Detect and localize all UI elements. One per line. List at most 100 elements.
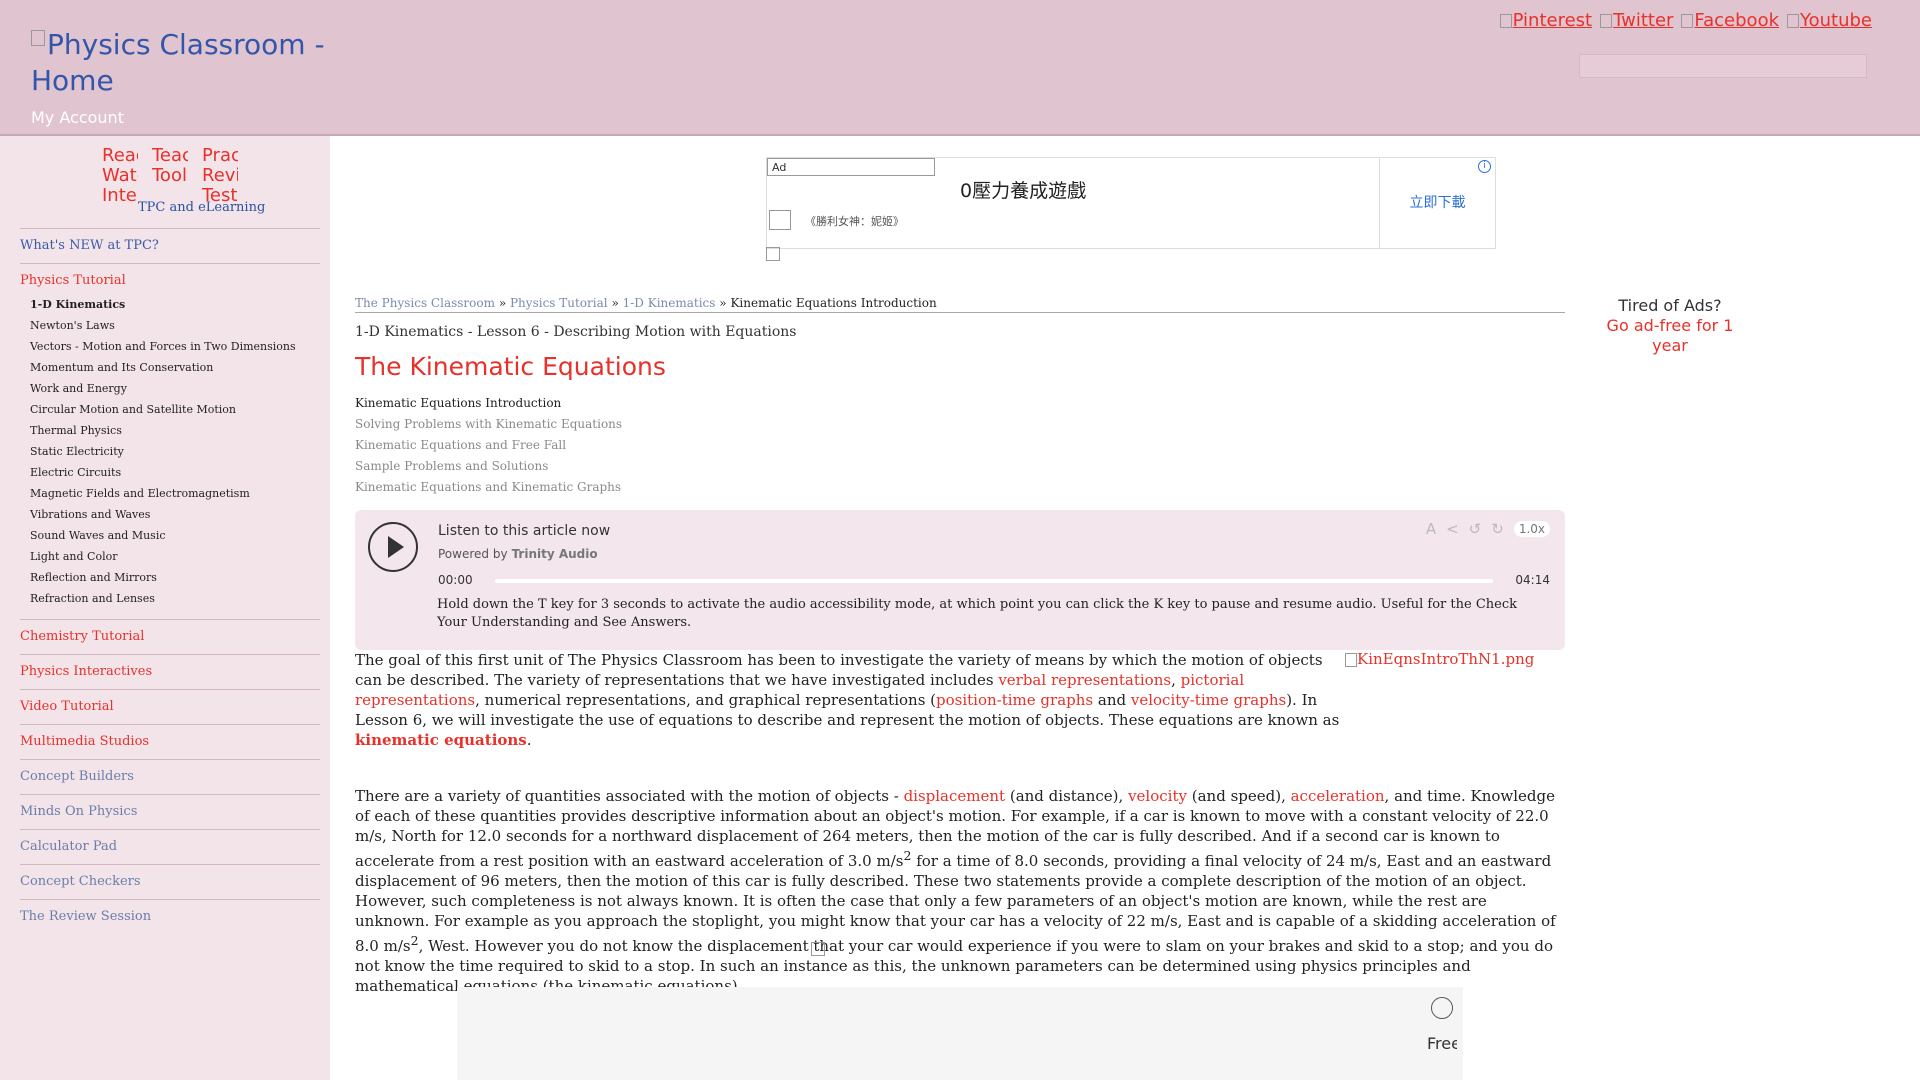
tutorial-item[interactable]: Sound Waves and Music — [30, 525, 320, 546]
sidebar-section: Chemistry Tutorial — [20, 619, 320, 654]
breadcrumb-current: Kinematic Equations Introduction — [730, 296, 937, 310]
sidebar-item-chemistry-tutorial[interactable]: Chemistry Tutorial — [20, 629, 144, 644]
physics-tutorial-submenu: 1-D Kinematics Newton's Laws Vectors - M… — [20, 294, 320, 609]
sidebar-item-physics-interactives[interactable]: Physics Interactives — [20, 664, 152, 679]
tpc-elearning-link[interactable]: TPC and eLearning — [138, 200, 265, 215]
article-image: KinEqnsIntroThN1.png — [1345, 650, 1534, 668]
tutorial-item[interactable]: Magnetic Fields and Electromagnetism — [30, 483, 320, 504]
tutorial-item[interactable]: Momentum and Its Conservation — [30, 357, 320, 378]
tutorial-item[interactable]: Light and Color — [30, 546, 320, 567]
tutorial-item[interactable]: Vectors - Motion and Forces in Two Dimen… — [30, 336, 320, 357]
displacement-link[interactable]: displacement — [904, 787, 1006, 805]
audio-brand[interactable]: Trinity Audio — [512, 547, 598, 561]
read-watch-interact-link[interactable]: Reac Watc Inter — [102, 146, 138, 206]
youtube-link[interactable]: Youtube — [1787, 10, 1872, 31]
ad-info-icon[interactable]: i — [1478, 160, 1491, 173]
tutorial-item[interactable]: Refraction and Lenses — [30, 588, 320, 609]
sidebar-item-concept-builders[interactable]: Concept Builders — [20, 769, 134, 784]
share-icon[interactable]: < — [1446, 520, 1459, 538]
tutorial-item[interactable]: Thermal Physics — [30, 420, 320, 441]
ad-free-link[interactable]: Go ad-free for 1 year — [1607, 316, 1734, 355]
sidebar-section: What's NEW at TPC? — [20, 228, 320, 263]
text: (and distance), — [1005, 787, 1129, 805]
verbal-representations-link[interactable]: verbal representations — [998, 671, 1171, 689]
site-logo-alt: Physics Classroom - Home — [31, 28, 325, 97]
tutorial-item[interactable]: Newton's Laws — [30, 315, 320, 336]
velocity-link[interactable]: velocity — [1128, 787, 1187, 805]
lesson-list-item[interactable]: Kinematic Equations and Kinematic Graphs — [355, 477, 1565, 498]
tutorial-item[interactable]: Work and Energy — [30, 378, 320, 399]
breadcrumb-separator: » — [498, 296, 507, 310]
broken-image-icon — [1787, 14, 1799, 28]
site-logo-link[interactable]: Physics Classroom - Home — [31, 27, 331, 99]
ad-title[interactable]: 0壓力養成遊戲 — [960, 176, 1086, 203]
lesson-list-item[interactable]: Solving Problems with Kinematic Equation… — [355, 414, 1565, 435]
position-time-graphs-link[interactable]: position-time graphs — [936, 691, 1093, 709]
lesson-list-item[interactable]: Kinematic Equations and Free Fall — [355, 435, 1565, 456]
breadcrumb-link[interactable]: Physics Tutorial — [510, 296, 608, 310]
pinterest-link[interactable]: Pinterest — [1499, 10, 1593, 31]
paragraph: The goal of this first unit of The Physi… — [355, 650, 1345, 750]
acceleration-link[interactable]: acceleration — [1291, 787, 1385, 805]
sidebar-item-minds-on-physics[interactable]: Minds On Physics — [20, 804, 137, 819]
facebook-alt: Facebook — [1694, 10, 1779, 31]
audio-time-total: 04:14 — [1515, 573, 1550, 587]
sidebar-item-multimedia-studios[interactable]: Multimedia Studios — [20, 734, 149, 749]
twitter-alt: Twitter — [1613, 10, 1674, 31]
twitter-link[interactable]: Twitter — [1600, 10, 1673, 31]
tutorial-item[interactable]: Reflection and Mirrors — [30, 567, 320, 588]
sidebar-item-concept-checkers[interactable]: Concept Checkers — [20, 874, 141, 889]
facebook-link[interactable]: Facebook — [1681, 10, 1779, 31]
pinterest-alt: Pinterest — [1512, 10, 1593, 31]
text: . — [526, 731, 532, 749]
broken-image-icon — [1345, 653, 1357, 667]
teacher-tools-link[interactable]: Teac Tools — [152, 146, 188, 186]
sidebar-item-calculator-pad[interactable]: Calculator Pad — [20, 839, 117, 854]
audio-powered-by: Powered by Trinity Audio — [438, 547, 598, 561]
ad-free-promo: Tired of Ads? Go ad-free for 1 year — [1590, 296, 1750, 356]
sidebar-nav: What's NEW at TPC? Physics Tutorial 1-D … — [20, 228, 320, 934]
sidebar-item-whats-new[interactable]: What's NEW at TPC? — [20, 238, 159, 253]
audio-progress-bar[interactable] — [495, 579, 1493, 583]
translate-icon[interactable]: A — [1426, 520, 1436, 538]
powered-by-label: Powered by — [438, 547, 508, 561]
lesson-heading: 1-D Kinematics - Lesson 6 - Describing M… — [355, 324, 797, 340]
sidebar-item-review-session[interactable]: The Review Session — [20, 909, 151, 924]
article-image-alt: KinEqnsIntroThN1.png — [1357, 650, 1535, 668]
ad-free-title: Tired of Ads? — [1618, 296, 1722, 315]
broken-image-icon — [1681, 14, 1694, 28]
breadcrumb-link[interactable]: The Physics Classroom — [355, 296, 495, 310]
text: There are a variety of quantities associ… — [355, 787, 904, 805]
audio-player: Listen to this article now Powered by Tri… — [355, 510, 1565, 650]
tutorial-item[interactable]: Electric Circuits — [30, 462, 320, 483]
my-account-link[interactable]: My Account — [31, 108, 124, 127]
text: , numerical representations, and graphic… — [475, 691, 937, 709]
sidebar-section: The Review Session — [20, 899, 320, 934]
tutorial-item[interactable]: Vibrations and Waves — [30, 504, 320, 525]
search-input[interactable] — [1579, 54, 1867, 78]
free-image-alt[interactable]: Free — [1427, 1035, 1457, 1053]
sidebar-item-video-tutorial[interactable]: Video Tutorial — [20, 699, 114, 714]
tutorial-item[interactable]: Circular Motion and Satellite Motion — [30, 399, 320, 420]
forward-icon[interactable]: ↻ — [1491, 520, 1504, 538]
breadcrumb-link[interactable]: 1-D Kinematics — [623, 296, 716, 310]
play-button[interactable] — [368, 522, 418, 572]
lesson-list-item[interactable]: Sample Problems and Solutions — [355, 456, 1565, 477]
main-content: The Physics Classroom » Physics Tutorial… — [355, 296, 1565, 498]
close-ad-button[interactable] — [1431, 997, 1453, 1019]
sidebar-section: Physics Interactives — [20, 654, 320, 689]
lesson-list: Kinematic Equations Introduction Solving… — [355, 393, 1565, 498]
top-ad-banner[interactable]: Ad 0壓力養成遊戲 《勝利女神：妮姬》 立即下載 i — [766, 157, 1496, 249]
broken-image-icon — [811, 942, 825, 956]
broken-image-icon — [769, 210, 791, 230]
audio-time-current: 00:00 — [438, 573, 473, 587]
rewind-icon[interactable]: ↺ — [1469, 520, 1482, 538]
practice-review-test-link[interactable]: Prac Revi Test — [202, 146, 238, 206]
tutorial-item[interactable]: Static Electricity — [30, 441, 320, 462]
ad-download-button[interactable]: 立即下載 — [1379, 158, 1495, 248]
speed-button[interactable]: 1.0x — [1513, 521, 1550, 537]
tutorial-item[interactable]: 1-D Kinematics — [30, 294, 320, 315]
sidebar-item-physics-tutorial[interactable]: Physics Tutorial — [20, 273, 126, 288]
sidebar-section: Calculator Pad — [20, 829, 320, 864]
velocity-time-graphs-link[interactable]: velocity-time graphs — [1131, 691, 1286, 709]
